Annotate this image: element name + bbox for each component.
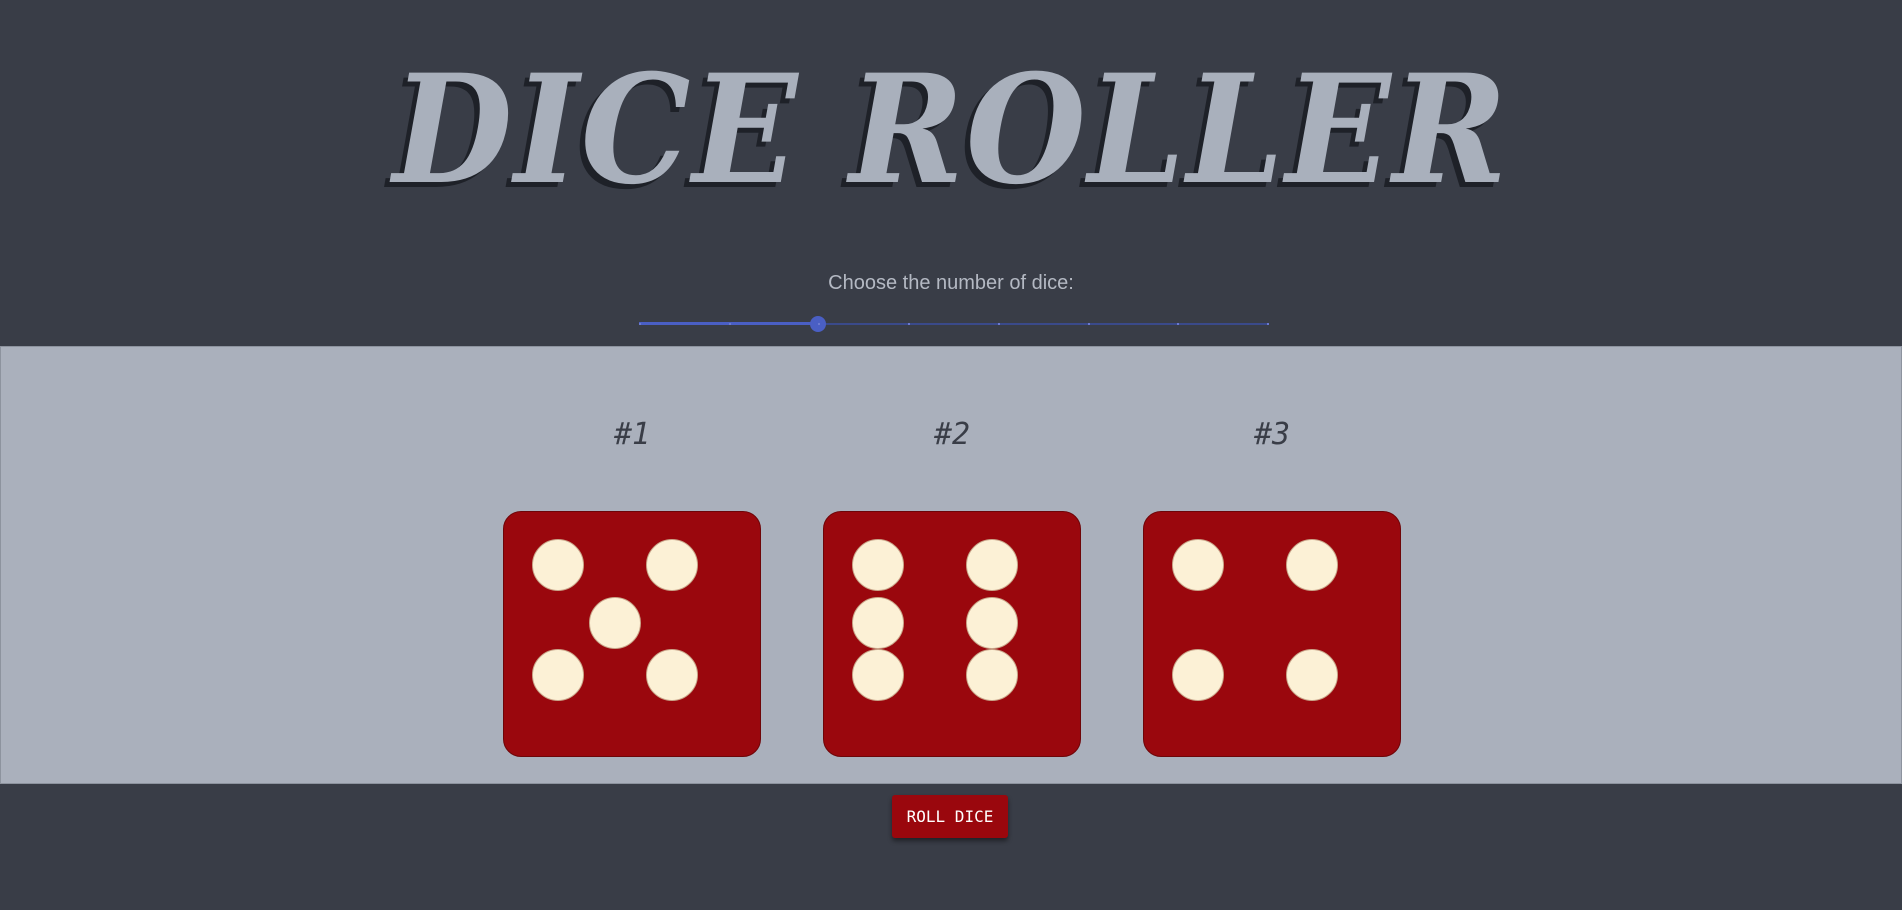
die-pip (646, 539, 698, 591)
page-title: DICE ROLLER (392, 42, 1510, 218)
dice-count-label: Choose the number of dice: (828, 272, 1074, 294)
die-column-3: #3 (1143, 347, 1401, 783)
die-pip (1286, 539, 1338, 591)
die-pip (532, 649, 584, 701)
die-pip (646, 649, 698, 701)
header: DICE ROLLER Choose the number of dice: (0, 0, 1902, 346)
die-pip (589, 597, 641, 649)
die-pip (966, 539, 1018, 591)
die-pip (966, 597, 1018, 649)
dice-board: #1 #2 #3 (0, 346, 1902, 784)
die-face (1143, 511, 1401, 757)
die-pip (1172, 539, 1224, 591)
slider-tick (639, 323, 641, 325)
die-pip (966, 649, 1018, 701)
die-pip (532, 539, 584, 591)
roll-dice-button[interactable]: ROLL DICE (892, 795, 1008, 838)
die-face (823, 511, 1081, 757)
slider-tick (1267, 323, 1269, 325)
die-face (503, 511, 761, 757)
die-pip (852, 597, 904, 649)
die-pip (1286, 649, 1338, 701)
die-column-1: #1 (503, 347, 761, 783)
slider-tick (818, 323, 820, 325)
slider-tick (1088, 323, 1090, 325)
slider-tick (908, 323, 910, 325)
slider-tick (998, 323, 1000, 325)
slider-tick (1177, 323, 1179, 325)
slider-tick (729, 323, 731, 325)
dice-count-slider[interactable] (639, 316, 1269, 332)
die-pip (1172, 649, 1224, 701)
die-label: #3 (1253, 417, 1291, 452)
die-label: #2 (933, 417, 971, 452)
die-pip (852, 649, 904, 701)
die-pip (852, 539, 904, 591)
die-label: #1 (613, 417, 651, 452)
die-column-2: #2 (823, 347, 1081, 783)
